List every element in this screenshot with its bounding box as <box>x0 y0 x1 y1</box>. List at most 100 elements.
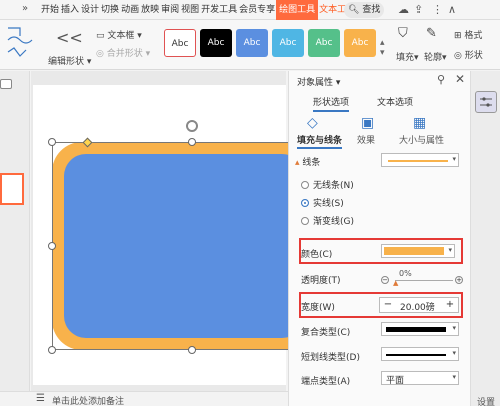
radio-gradient-line[interactable]: 渐变线(G) <box>301 214 354 227</box>
fill-icon[interactable]: ⛉ <box>398 26 408 41</box>
width-value[interactable]: 20.00磅 <box>400 300 435 313</box>
transparency-slider[interactable]: − ▲ 0% + <box>381 269 463 287</box>
tab-shape-options[interactable]: 形状选项 <box>313 95 350 112</box>
line-preset-swatch <box>388 160 448 162</box>
format-button[interactable]: ⊞ 格式 <box>454 28 482 41</box>
tab-animation[interactable]: 动画 <box>120 0 140 20</box>
resize-handle-bottom[interactable] <box>188 346 196 354</box>
object-properties-panel: 对象属性 ▾ ⚲ ✕ 形状选项 文本选项 ◇ ▣ ▦ 填充与线条 效果 大小与属… <box>288 71 470 406</box>
notes-menu-icon[interactable]: ☰ <box>36 393 45 404</box>
width-decrease-button[interactable]: − <box>382 299 394 310</box>
resize-handle-top[interactable] <box>188 138 196 146</box>
search-button[interactable]: 🔍︎ 查找 <box>344 2 385 18</box>
outline-icon[interactable]: ✎ <box>426 26 437 41</box>
edit-shape-label: 编辑形状 <box>48 57 85 67</box>
pin-icon[interactable]: ⚲ <box>437 73 445 86</box>
shape-style-1[interactable]: Abc <box>164 29 196 57</box>
radio-gradient-line-label: 渐变线(G) <box>313 217 354 227</box>
tab-drawing-tools[interactable]: 绘图工具 <box>276 0 319 20</box>
tab-slideshow[interactable]: 放映 <box>140 0 160 20</box>
more-tabs-chevron[interactable]: » <box>22 3 28 14</box>
radio-button[interactable] <box>301 181 309 189</box>
thumbnail-toggle-button[interactable] <box>0 79 12 89</box>
share-icon[interactable]: ⇪ <box>414 3 423 16</box>
sub-tab-fill-line[interactable]: 填充与线条 <box>297 133 343 149</box>
radio-button-checked[interactable] <box>301 199 309 207</box>
sub-tab-effect[interactable]: 效果 <box>357 133 375 146</box>
radio-button[interactable] <box>301 217 309 225</box>
line-section-label: 线条 <box>302 158 321 168</box>
color-swatch <box>384 247 444 255</box>
edit-shape-button[interactable]: 编辑形状 ▾ <box>48 54 91 67</box>
sub-tab-size[interactable]: 大小与属性 <box>399 133 444 146</box>
decrease-icon[interactable]: − <box>381 276 389 284</box>
close-icon[interactable]: ✕ <box>455 72 465 86</box>
slider-thumb[interactable]: ▲ <box>393 279 398 287</box>
resize-handle-left[interactable] <box>48 242 56 250</box>
tab-text-options[interactable]: 文本选项 <box>377 95 413 108</box>
width-increase-button[interactable]: + <box>444 299 456 310</box>
shape-style-2[interactable]: Abc <box>200 29 232 57</box>
collapse-icon[interactable]: ∧ <box>448 3 456 16</box>
resize-handle-top-left[interactable] <box>48 138 56 146</box>
properties-toggle-button[interactable] <box>475 91 497 113</box>
shape-style-4[interactable]: Abc <box>272 29 304 57</box>
format-label: 格式 <box>464 31 483 41</box>
tab-design[interactable]: 设计 <box>80 0 100 20</box>
style-gallery-scroll[interactable]: ▴ ▾ <box>380 38 385 58</box>
cap-type-label: 端点类型(A) <box>301 377 351 387</box>
compound-type-dropdown[interactable]: ▾ <box>381 322 459 336</box>
tab-review[interactable]: 审阅 <box>160 0 180 20</box>
radio-solid-line-label: 实线(S) <box>313 199 344 209</box>
line-preset-dropdown[interactable]: ▾ <box>381 153 459 167</box>
effect-icon[interactable]: ▣ <box>361 115 374 131</box>
edit-shape-dropdown-icon: ▾ <box>84 57 92 67</box>
chevron-down-icon: ▾ <box>452 373 456 381</box>
tab-home[interactable]: 开始 <box>40 0 60 20</box>
tab-transition[interactable]: 切换 <box>100 0 120 20</box>
more-icon[interactable]: ⋮ <box>432 3 443 16</box>
rotate-handle[interactable] <box>186 120 198 132</box>
cloud-icon[interactable]: ☁ <box>398 3 409 16</box>
ribbon-toolbar: << 编辑形状 ▾ ▭ 文本框 ▾ ◎ 合并形状 ▾ Abc Abc Abc A… <box>0 20 500 70</box>
edit-shape-icon[interactable]: << <box>56 28 83 47</box>
tab-insert[interactable]: 插入 <box>60 0 80 20</box>
outline-button[interactable]: 轮廓▾ <box>424 50 447 63</box>
tab-member[interactable]: 会员专享 <box>238 0 276 20</box>
resize-handle-bottom-left[interactable] <box>48 346 56 354</box>
increase-icon[interactable]: + <box>455 276 463 284</box>
merge-shape-button[interactable]: ◎ 合并形状 ▾ <box>96 46 150 59</box>
search-icon: 🔍︎ <box>348 5 360 15</box>
fill-label: 填充 <box>396 53 415 63</box>
tab-developer[interactable]: 开发工具 <box>200 0 238 20</box>
panel-tabs: 形状选项 文本选项 <box>289 91 471 112</box>
text-box-icon: ▭ <box>96 31 108 41</box>
radio-solid-line[interactable]: 实线(S) <box>301 196 344 209</box>
transparency-value: 0% <box>399 269 412 278</box>
notes-bar: ☰ 单击此处添加备注 <box>0 391 290 406</box>
shape-gallery[interactable] <box>4 22 40 68</box>
right-sidebar: 设置 <box>470 71 500 406</box>
radio-no-line[interactable]: 无线条(N) <box>301 178 354 191</box>
width-stepper[interactable]: − 20.00磅 + <box>379 297 459 313</box>
compound-type-label: 复合类型(C) <box>301 328 351 338</box>
settings-label[interactable]: 设置 <box>477 395 495 406</box>
text-box-button[interactable]: ▭ 文本框 ▾ <box>96 28 142 41</box>
tab-view[interactable]: 视图 <box>180 0 200 20</box>
size-property-icon[interactable]: ▦ <box>413 115 426 131</box>
cap-type-dropdown[interactable]: 平面 ▾ <box>381 371 459 386</box>
shape-style-3[interactable]: Abc <box>236 29 268 57</box>
panel-title[interactable]: 对象属性 ▾ <box>297 75 340 88</box>
shape-effect-label: 形状 <box>464 51 483 61</box>
color-dropdown[interactable]: ▾ <box>381 244 455 258</box>
shape-style-6[interactable]: Abc <box>344 29 376 57</box>
slide-thumbnail[interactable] <box>0 173 24 205</box>
dash-type-dropdown[interactable]: ▾ <box>381 347 459 361</box>
shape-effect-button[interactable]: ◎ 形状 <box>454 48 483 61</box>
notes-placeholder[interactable]: 单击此处添加备注 <box>52 394 124 406</box>
chevron-down-icon: ▾ <box>452 155 456 163</box>
fill-line-icon[interactable]: ◇ <box>307 115 318 131</box>
line-section-header[interactable]: ▴ 线条 <box>295 155 320 168</box>
shape-style-5[interactable]: Abc <box>308 29 340 57</box>
fill-button[interactable]: 填充▾ <box>396 50 419 63</box>
